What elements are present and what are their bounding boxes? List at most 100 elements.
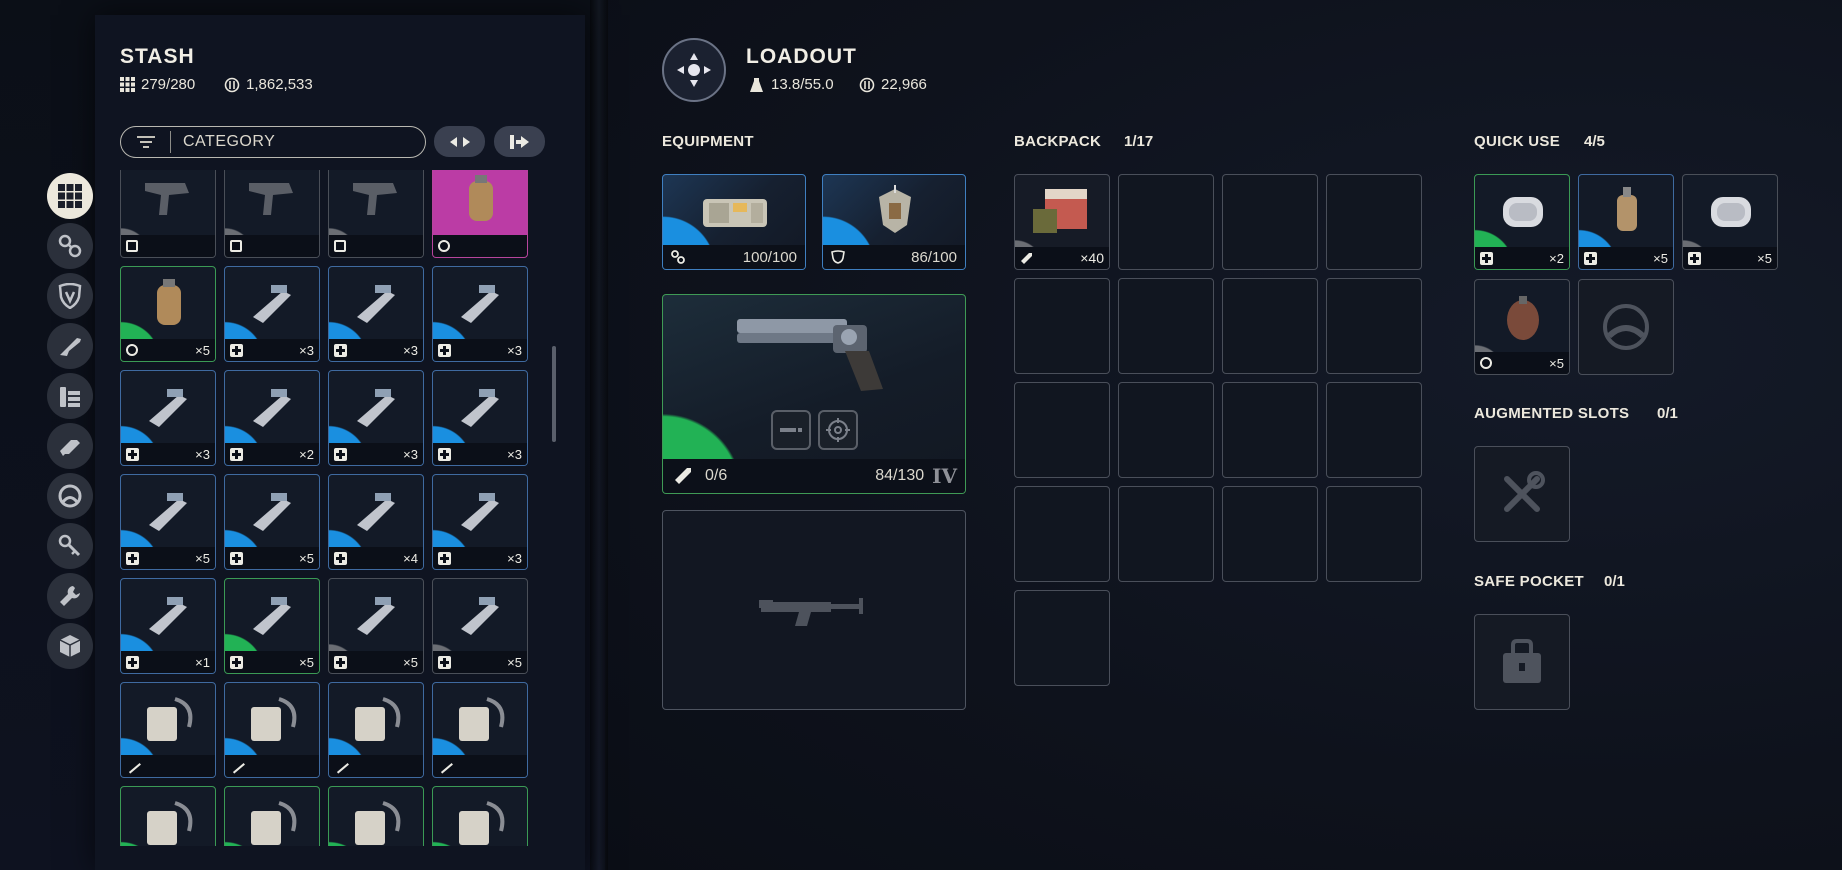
- backpack-empty-slot[interactable]: [1326, 486, 1422, 582]
- stash-item-med[interactable]: ×3: [328, 266, 424, 362]
- stash-item-key[interactable]: [432, 786, 528, 846]
- shield-icon: [58, 283, 82, 309]
- category-all[interactable]: [47, 173, 93, 219]
- primary-weapon-slot[interactable]: 0/6 84/130 IV: [662, 294, 966, 494]
- stash-item-med[interactable]: ×5: [120, 474, 216, 570]
- backpack-item-qty: ×40: [1080, 250, 1104, 266]
- category-ammo[interactable]: [47, 373, 93, 419]
- stash-item-med[interactable]: ×5: [432, 578, 528, 674]
- backpack-count: 1/17: [1124, 133, 1154, 150]
- key-icon: [437, 758, 453, 774]
- stash-item-med[interactable]: ×5: [224, 578, 320, 674]
- medical-icon: [230, 343, 243, 357]
- stash-item-med[interactable]: ×5: [328, 578, 424, 674]
- stash-item-key[interactable]: [224, 682, 320, 778]
- stash-scrollbar[interactable]: [552, 346, 556, 442]
- stash-item-med[interactable]: ×3: [328, 370, 424, 466]
- backpack-empty-slot[interactable]: [1118, 278, 1214, 374]
- stash-item-med[interactable]: ×3: [432, 370, 528, 466]
- med-item-art: [461, 493, 499, 531]
- stash-value-amount: 1,862,533: [246, 76, 313, 93]
- quick-use-item-grenade[interactable]: ×5: [1474, 279, 1570, 375]
- backpack-empty-slot[interactable]: [1222, 174, 1318, 270]
- category-keys[interactable]: [47, 523, 93, 569]
- item-qty: ×3: [507, 446, 522, 462]
- grid-icon: [58, 184, 82, 208]
- med-item-art: [253, 493, 291, 531]
- stash-item-med[interactable]: ×5: [224, 474, 320, 570]
- stash-item-key[interactable]: [224, 786, 320, 846]
- shield-item-art: [879, 185, 911, 233]
- backpack-empty-slot[interactable]: [1326, 174, 1422, 270]
- category-filter[interactable]: CATEGORY: [120, 126, 426, 158]
- augment-slot[interactable]: 100/100: [662, 174, 806, 270]
- stash-item-med[interactable]: ×3: [120, 370, 216, 466]
- weapon-mod-slot-2[interactable]: [818, 410, 858, 450]
- backpack-empty-slot[interactable]: [1326, 278, 1422, 374]
- category-tools[interactable]: [47, 573, 93, 619]
- stash-item-ammo[interactable]: [224, 170, 320, 258]
- stash-item-key[interactable]: [328, 682, 424, 778]
- category-attachments[interactable]: [47, 223, 93, 269]
- quick-use-item-bandage[interactable]: ×5: [1682, 174, 1778, 270]
- backpack-empty-slot[interactable]: [1118, 174, 1214, 270]
- sort-button[interactable]: [494, 126, 545, 157]
- backpack-item-ammo[interactable]: ×40: [1014, 174, 1110, 270]
- key-item-art: [459, 801, 505, 845]
- item-qty: ×5: [1549, 355, 1564, 371]
- secondary-weapon-slot[interactable]: [662, 510, 966, 710]
- ammo-item-art: [353, 183, 397, 215]
- backpack-empty-slot[interactable]: [1118, 486, 1214, 582]
- stash-item-med[interactable]: ×3: [224, 266, 320, 362]
- stash-item-key[interactable]: [328, 786, 424, 846]
- category-shields[interactable]: [47, 273, 93, 319]
- stash-item-grenade[interactable]: [432, 170, 528, 258]
- stash-item-med[interactable]: ×3: [432, 474, 528, 570]
- quick-use-item-syringe[interactable]: ×5: [1578, 174, 1674, 270]
- backpack-empty-slot[interactable]: [1222, 278, 1318, 374]
- med-item-art: [253, 389, 291, 427]
- backpack-empty-slot[interactable]: [1014, 382, 1110, 478]
- stash-item-med[interactable]: ×1: [120, 578, 216, 674]
- backpack-empty-slot[interactable]: [1222, 382, 1318, 478]
- item-qty: ×5: [1757, 250, 1772, 266]
- shield-slot[interactable]: 86/100: [822, 174, 966, 270]
- backpack-empty-slot[interactable]: [1222, 486, 1318, 582]
- stash-item-key[interactable]: [120, 786, 216, 846]
- collapse-button[interactable]: [434, 126, 485, 157]
- item-qty: ×5: [507, 654, 522, 670]
- loadout-weight: 13.8/55.0: [748, 76, 834, 93]
- quick-use-item-bandage[interactable]: ×2: [1474, 174, 1570, 270]
- shield-icon: [831, 250, 845, 264]
- optic-mod-icon: [826, 418, 850, 442]
- category-augments[interactable]: [47, 473, 93, 519]
- weapon-mod-slot-1[interactable]: [771, 410, 811, 450]
- stash-item-ammo[interactable]: [328, 170, 424, 258]
- ammo-item-art: [145, 183, 189, 215]
- item-qty: ×5: [299, 654, 314, 670]
- stash-item-grenade[interactable]: ×5: [120, 266, 216, 362]
- medical-icon: [334, 655, 347, 669]
- augment-icon: [58, 484, 82, 508]
- category-materials[interactable]: [47, 623, 93, 669]
- backpack-empty-slot[interactable]: [1014, 590, 1110, 686]
- safe-pocket-count: 0/1: [1604, 573, 1625, 590]
- quick-use-empty-slot[interactable]: [1578, 279, 1674, 375]
- augmented-slot[interactable]: [1474, 446, 1570, 542]
- stash-item-med[interactable]: ×3: [432, 266, 528, 362]
- stash-item-med[interactable]: ×2: [224, 370, 320, 466]
- safe-pocket-slot[interactable]: [1474, 614, 1570, 710]
- category-weapons[interactable]: [47, 323, 93, 369]
- backpack-empty-slot[interactable]: [1118, 382, 1214, 478]
- stash-item-key[interactable]: [120, 682, 216, 778]
- med-item-art: [357, 597, 395, 635]
- backpack-empty-slot[interactable]: [1014, 486, 1110, 582]
- backpack-empty-slot[interactable]: [1014, 278, 1110, 374]
- stash-item-key[interactable]: [432, 682, 528, 778]
- stash-item-ammo[interactable]: [120, 170, 216, 258]
- stash-item-med[interactable]: ×4: [328, 474, 424, 570]
- item-qty: ×1: [195, 654, 210, 670]
- backpack-empty-slot[interactable]: [1326, 382, 1422, 478]
- category-mods[interactable]: [47, 423, 93, 469]
- stash-capacity: 279/280: [120, 76, 195, 93]
